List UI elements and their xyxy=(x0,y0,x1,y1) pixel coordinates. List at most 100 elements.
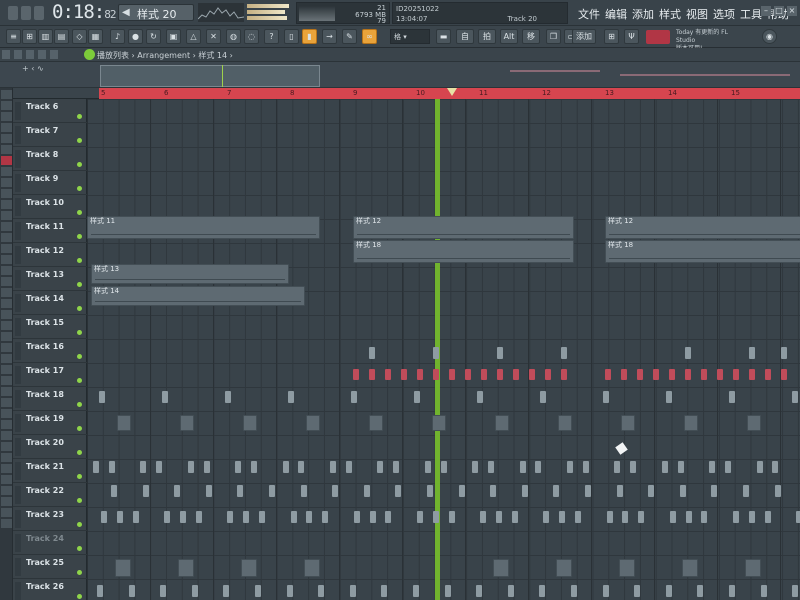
tool-btn-alt[interactable]: Alt xyxy=(500,29,518,44)
tool-slot[interactable] xyxy=(1,376,12,385)
tool-slot[interactable] xyxy=(1,266,12,275)
note-clip[interactable] xyxy=(553,485,560,497)
note-clip[interactable] xyxy=(567,461,573,473)
record-icon[interactable]: ● xyxy=(128,29,143,44)
note-clip[interactable] xyxy=(385,511,392,523)
note-clip[interactable] xyxy=(269,485,275,497)
note-clip[interactable] xyxy=(93,461,99,473)
tool-btn-beat[interactable]: 拍 xyxy=(478,29,496,44)
arrow-right-icon[interactable]: → xyxy=(322,29,337,44)
note-clip[interactable] xyxy=(729,585,735,597)
tool-slot[interactable] xyxy=(1,222,12,231)
note-clip[interactable] xyxy=(677,461,684,473)
note-clip[interactable] xyxy=(638,511,645,523)
note-clip[interactable] xyxy=(480,511,487,523)
tool-slot[interactable] xyxy=(1,442,12,451)
note-clip[interactable] xyxy=(349,585,356,597)
note-clip[interactable] xyxy=(413,585,419,597)
track-mute-led-icon[interactable] xyxy=(77,282,82,287)
tempo-icon[interactable]: ♪ xyxy=(110,29,125,44)
track-mute-led-icon[interactable] xyxy=(77,426,82,431)
note-clip[interactable] xyxy=(318,585,325,597)
pattern-clip[interactable] xyxy=(493,559,509,577)
note-clip[interactable] xyxy=(472,461,479,473)
news-toggle[interactable] xyxy=(646,30,670,44)
menu-patterns[interactable]: 样式 xyxy=(659,6,681,22)
track-mute-led-icon[interactable] xyxy=(77,210,82,215)
note-clip[interactable] xyxy=(282,461,289,473)
tool-slot[interactable] xyxy=(1,178,12,187)
note-clip[interactable] xyxy=(661,461,668,473)
track-grip[interactable] xyxy=(15,150,21,168)
snap-icon[interactable]: ∞ xyxy=(362,29,377,44)
user-icon[interactable]: ◉ xyxy=(762,29,777,44)
note-clip[interactable] xyxy=(535,461,542,473)
note-clip[interactable] xyxy=(511,511,518,523)
menu-file[interactable]: 文件 xyxy=(578,6,600,22)
chat-icon[interactable]: ◌ xyxy=(244,29,259,44)
track-grip[interactable] xyxy=(15,342,21,360)
note-clip[interactable] xyxy=(749,347,755,359)
note-clip[interactable] xyxy=(191,585,198,597)
playlist-overview[interactable]: + ‹ ∿ xyxy=(0,62,800,88)
note-clip[interactable] xyxy=(756,461,763,473)
save-icon[interactable]: ▣ xyxy=(166,29,181,44)
note-clip[interactable] xyxy=(203,461,210,473)
track-mute-led-icon[interactable] xyxy=(77,354,82,359)
overview-nav-icon[interactable]: + ‹ ∿ xyxy=(22,64,44,73)
track-header[interactable]: Track 23 xyxy=(13,507,87,531)
note-clip[interactable] xyxy=(363,485,370,497)
note-clip[interactable] xyxy=(602,585,609,597)
note-clip[interactable] xyxy=(259,511,265,523)
automation-clip[interactable] xyxy=(558,415,572,431)
note-clip[interactable] xyxy=(561,369,567,380)
note-clip[interactable] xyxy=(225,391,231,403)
note-clip[interactable] xyxy=(614,461,621,473)
note-clip[interactable] xyxy=(108,461,115,473)
note-clip[interactable] xyxy=(128,585,135,597)
note-clip[interactable] xyxy=(433,369,439,380)
track-header[interactable]: Track 13 xyxy=(13,267,87,291)
note-clip[interactable] xyxy=(637,369,643,380)
tool-slot[interactable] xyxy=(1,387,12,396)
automation-clip[interactable] xyxy=(747,415,761,431)
track-grip[interactable] xyxy=(15,270,21,288)
note-clip[interactable] xyxy=(669,511,676,523)
note-clip[interactable] xyxy=(353,511,360,523)
tool-btn-move[interactable]: 移 xyxy=(522,29,540,44)
track-header[interactable]: Track 21 xyxy=(13,459,87,483)
automation-clip[interactable] xyxy=(243,415,257,431)
note-clip[interactable] xyxy=(417,369,423,380)
note-clip[interactable] xyxy=(749,369,755,380)
note-clip[interactable] xyxy=(205,485,212,497)
note-clip[interactable] xyxy=(796,511,800,523)
note-clip[interactable] xyxy=(764,511,771,523)
note-clip[interactable] xyxy=(679,485,686,497)
fork-icon[interactable]: Ψ xyxy=(624,29,639,44)
pencil-icon[interactable]: ✎ xyxy=(342,29,357,44)
menu-view[interactable]: 视图 xyxy=(686,6,708,22)
tool-slot[interactable] xyxy=(1,354,12,363)
note-clip[interactable] xyxy=(606,511,613,523)
playlist-grid[interactable]: 样式 11 样式 12 样式 12 样式 18 样式 18 样式 13 样式 14 xyxy=(87,99,800,600)
tool-slot[interactable] xyxy=(1,497,12,506)
note-clip[interactable] xyxy=(195,511,202,523)
note-clip[interactable] xyxy=(369,347,375,359)
note-clip[interactable] xyxy=(585,485,591,497)
note-clip[interactable] xyxy=(622,511,629,523)
tool-slot[interactable] xyxy=(1,475,12,484)
tool-slot[interactable] xyxy=(1,145,12,154)
track-header[interactable]: Track 26 xyxy=(13,579,87,600)
note-clip[interactable] xyxy=(345,461,352,473)
note-clip[interactable] xyxy=(685,511,692,523)
note-clip[interactable] xyxy=(559,511,566,523)
note-clip[interactable] xyxy=(634,585,641,597)
automation-clip[interactable] xyxy=(180,415,194,431)
pattern-clip[interactable] xyxy=(115,559,131,577)
track-mute-led-icon[interactable] xyxy=(77,258,82,263)
note-clip[interactable] xyxy=(717,369,723,380)
note-clip[interactable] xyxy=(414,391,420,403)
note-clip[interactable] xyxy=(395,485,402,497)
track-grip[interactable] xyxy=(15,198,21,216)
automation-clip[interactable] xyxy=(432,415,446,431)
